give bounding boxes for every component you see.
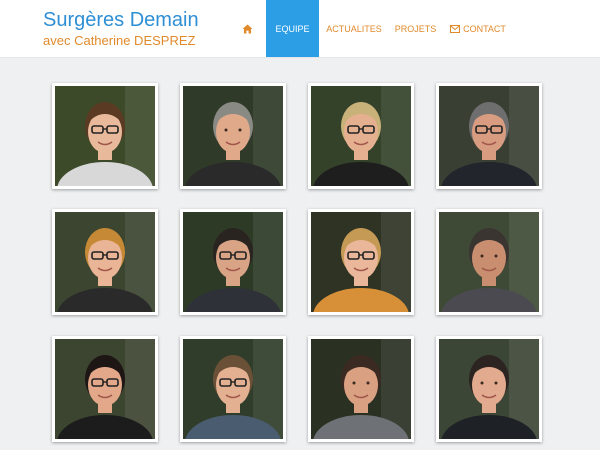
team-member-card[interactable] bbox=[436, 83, 542, 189]
team-member-card[interactable] bbox=[52, 83, 158, 189]
portrait-image bbox=[183, 86, 283, 186]
team-member-photo bbox=[55, 86, 155, 186]
team-member-card[interactable] bbox=[308, 209, 414, 315]
portrait-image bbox=[439, 86, 539, 186]
team-member-card[interactable] bbox=[180, 83, 286, 189]
portrait-image bbox=[183, 339, 283, 439]
team-member-photo bbox=[183, 86, 283, 186]
team-member-card[interactable] bbox=[180, 336, 286, 442]
team-member-card[interactable] bbox=[436, 209, 542, 315]
portrait-image bbox=[55, 86, 155, 186]
team-member-card[interactable] bbox=[308, 336, 414, 442]
team-member-card[interactable] bbox=[308, 83, 414, 189]
team-grid bbox=[0, 0, 600, 450]
team-member-photo bbox=[183, 212, 283, 312]
team-member-photo bbox=[439, 86, 539, 186]
team-member-photo bbox=[439, 212, 539, 312]
team-member-card[interactable] bbox=[52, 209, 158, 315]
team-member-card[interactable] bbox=[52, 336, 158, 442]
team-member-card[interactable] bbox=[180, 209, 286, 315]
team-member-photo bbox=[311, 339, 411, 439]
team-member-photo bbox=[55, 212, 155, 312]
portrait-image bbox=[55, 212, 155, 312]
team-member-photo bbox=[311, 212, 411, 312]
portrait-image bbox=[183, 212, 283, 312]
portrait-image bbox=[311, 339, 411, 439]
team-member-photo bbox=[311, 86, 411, 186]
portrait-image bbox=[439, 212, 539, 312]
portrait-image bbox=[311, 86, 411, 186]
team-member-card[interactable] bbox=[436, 336, 542, 442]
portrait-image bbox=[439, 339, 539, 439]
team-member-photo bbox=[55, 339, 155, 439]
team-member-photo bbox=[439, 339, 539, 439]
portrait-image bbox=[55, 339, 155, 439]
team-member-photo bbox=[183, 339, 283, 439]
portrait-image bbox=[311, 212, 411, 312]
